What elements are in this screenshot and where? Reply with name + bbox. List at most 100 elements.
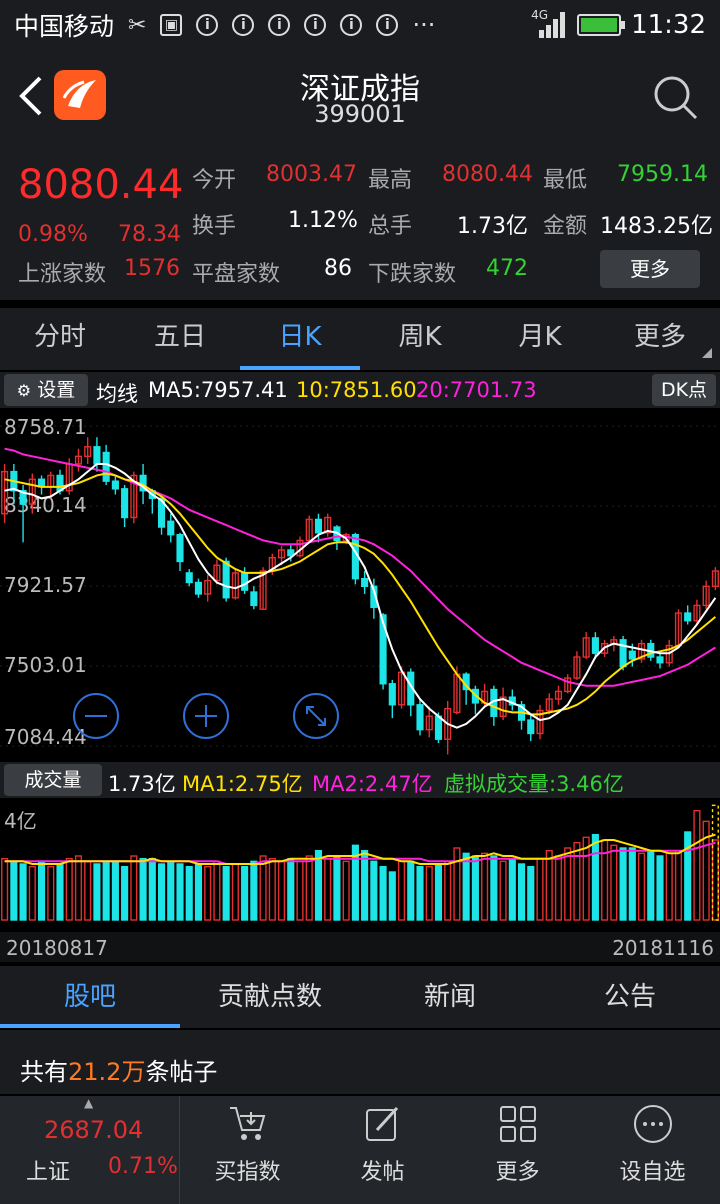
index-name: 上证	[26, 1160, 71, 1185]
caret-up-icon: ▲	[84, 1096, 94, 1110]
volume-bar	[444, 860, 452, 921]
turnover-value: 1.12%	[288, 208, 358, 233]
quote-panel: 8080.44 0.98% 78.34 今开 8003.47 最高 8080.4…	[0, 142, 720, 300]
quote-more-button[interactable]: 更多	[600, 250, 700, 288]
volume-bar	[231, 863, 239, 921]
up-count-value: 1576	[124, 256, 180, 281]
tab-intraday[interactable]: 分时	[0, 308, 120, 370]
volume-bar	[637, 852, 646, 921]
cart-icon	[229, 1107, 265, 1140]
post-button[interactable]: 发帖	[315, 1096, 450, 1204]
shanghai-index-widget[interactable]: ▲ 2687.04 上证 0.71%	[0, 1096, 180, 1204]
tab-announcements[interactable]: 公告	[540, 966, 720, 1028]
high-label: 最高	[368, 168, 413, 193]
low-label: 最低	[543, 168, 588, 193]
post-count: 共有21.2万条帖子	[0, 1030, 720, 1094]
candle-body	[416, 704, 424, 731]
volume-bar	[222, 865, 230, 921]
status-bar: 中国移动 ✂ ▣ i i i i i i ··· 4G 11:32	[0, 0, 720, 50]
search-icon[interactable]	[652, 74, 698, 120]
volume-bar	[591, 833, 599, 921]
volume-chart[interactable]: 4亿	[0, 800, 720, 922]
volume-bar	[674, 849, 683, 921]
flat-count-value: 86	[324, 256, 352, 281]
volume-bar	[554, 855, 563, 921]
tab-news[interactable]: 新闻	[360, 966, 540, 1028]
ma5-line	[4, 463, 717, 729]
volume-bar	[573, 841, 581, 921]
volume-bar	[711, 839, 719, 921]
buy-index-button[interactable]: 买指数	[180, 1096, 315, 1204]
volume-bar	[121, 865, 129, 921]
volume-bar	[250, 860, 258, 921]
buy-index-label: 买指数	[214, 1160, 281, 1185]
dk-point-button[interactable]: DK点	[652, 374, 716, 406]
zoom-out-icon[interactable]	[70, 690, 122, 742]
volume-bar	[93, 863, 101, 921]
current-price: 8080.44	[18, 162, 184, 208]
volume-bar	[139, 857, 147, 921]
post-count-prefix: 共有	[20, 1058, 68, 1086]
volume-bar	[499, 860, 507, 921]
volume-bar	[194, 863, 203, 921]
clock: 11:32	[631, 10, 706, 40]
candle-body	[434, 715, 443, 740]
more-button[interactable]: 更多	[450, 1096, 585, 1204]
add-watchlist-button[interactable]: 设自选	[585, 1096, 720, 1204]
volume-bar	[47, 865, 55, 921]
volume-indicator-button[interactable]: 成交量	[4, 764, 102, 796]
settings-button[interactable]: ⚙ 设置	[4, 374, 88, 406]
ma-indicator-bar: ⚙ 设置 均线 MA5:7957.41 10:7851.60 20:7701.7…	[0, 372, 720, 408]
low-value: 7959.14	[617, 162, 708, 187]
volume-bar	[277, 860, 286, 921]
tab-monthly-k[interactable]: 月K	[480, 308, 600, 370]
candle-body	[111, 480, 119, 490]
tab-five-day[interactable]: 五日	[120, 308, 240, 370]
virtual-volume-bar	[711, 804, 719, 921]
info-icon: i	[268, 14, 291, 36]
volume-bar	[342, 860, 350, 921]
candle-body	[527, 719, 535, 735]
tab-guba[interactable]: 股吧	[0, 966, 180, 1028]
volume-bar	[111, 860, 119, 921]
volume-bar	[388, 871, 396, 921]
volume-bar	[407, 860, 415, 921]
tab-weekly-k[interactable]: 周K	[360, 308, 480, 370]
volume-bar	[582, 836, 590, 921]
info-icon: i	[340, 14, 363, 36]
volume-bar	[462, 852, 470, 921]
volume-bar	[102, 860, 110, 921]
volume-bar	[656, 855, 664, 921]
volume-bar	[693, 809, 701, 921]
tab-daily-k[interactable]: 日K	[240, 308, 360, 370]
candle-body	[185, 572, 193, 584]
volume-bar	[268, 857, 276, 921]
volume-bar	[296, 860, 304, 921]
candle-body	[656, 656, 664, 664]
zoom-in-icon[interactable]	[180, 690, 232, 742]
volume-bar	[314, 849, 323, 921]
volume-bar	[305, 855, 313, 921]
info-icon: i	[232, 14, 255, 36]
volume-bar	[490, 855, 498, 921]
fullscreen-icon[interactable]	[290, 690, 342, 742]
candle-body	[102, 451, 110, 482]
tab-more[interactable]: 更多	[600, 308, 720, 370]
candle-body	[176, 533, 184, 563]
volume-bar	[19, 863, 27, 921]
volume-bar	[619, 847, 627, 921]
turnover-label: 换手	[192, 214, 237, 239]
image-icon: ▣	[160, 14, 183, 36]
volume-bar	[628, 847, 636, 921]
tab-contribution[interactable]: 贡献点数	[180, 966, 360, 1028]
volume-bar	[379, 865, 387, 921]
volume-bar	[28, 865, 36, 921]
volume-bar	[517, 863, 526, 921]
settings-label: 设置	[37, 379, 76, 401]
volume-bar	[527, 865, 535, 921]
header: 深证成指 399001	[0, 50, 720, 142]
volume-bar	[545, 849, 553, 921]
post-count-number: 21.2万	[68, 1058, 146, 1086]
bottom-nav: ▲ 2687.04 上证 0.71% 买指数 发帖 更多 设自选	[0, 1096, 720, 1204]
volume-bar	[324, 857, 332, 921]
